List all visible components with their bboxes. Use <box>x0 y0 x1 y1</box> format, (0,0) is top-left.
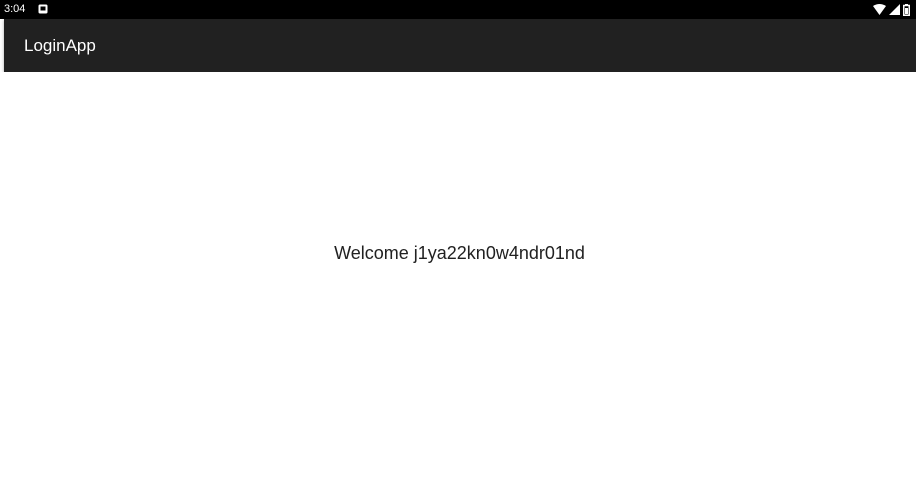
app-bar: LoginApp <box>4 19 916 72</box>
wifi-icon <box>873 4 886 15</box>
notification-square-icon <box>38 4 48 14</box>
status-icons <box>873 3 910 16</box>
status-time: 3:04 <box>4 3 26 15</box>
status-bar: 3:04 <box>0 0 916 19</box>
app-title: LoginApp <box>24 36 96 55</box>
welcome-message: Welcome j1ya22kn0w4ndr01nd <box>334 243 585 263</box>
cell-signal-icon <box>889 4 900 15</box>
battery-icon <box>903 3 910 16</box>
main-content: Welcome j1ya22kn0w4ndr01nd <box>0 72 916 504</box>
